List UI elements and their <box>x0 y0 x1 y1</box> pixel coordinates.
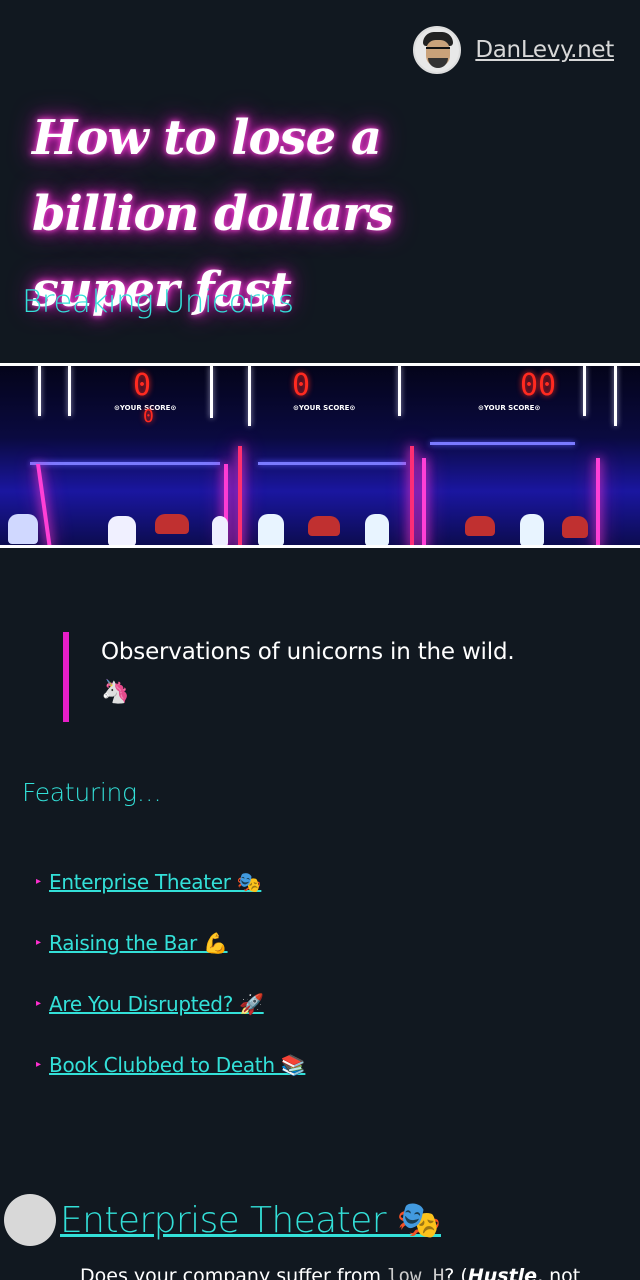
para-text: ? ( <box>444 1265 468 1280</box>
section-title-link[interactable]: Enterprise Theater 🎭 <box>60 1199 442 1241</box>
avatar[interactable] <box>413 26 462 74</box>
section-header: Enterprise Theater 🎭 <box>4 1194 442 1246</box>
site-header: DanLevy.net <box>413 26 614 74</box>
para-text: Does your company suffer from <box>80 1265 388 1280</box>
inline-code: low H <box>387 1265 445 1280</box>
featuring-heading: Featuring… <box>22 778 162 807</box>
link-book-clubbed[interactable]: Book Clubbed to Death 📚 <box>49 1053 306 1077</box>
list-item: ▸ Raising the Bar 💪 <box>36 931 305 992</box>
page-subtitle: Breaking Unicorns <box>22 284 294 320</box>
para-text: , not <box>537 1265 581 1280</box>
list-item: ▸ Book Clubbed to Death 📚 <box>36 1053 306 1114</box>
section-anchor-icon[interactable] <box>4 1194 56 1246</box>
bullet-icon: ▸ <box>36 876 42 887</box>
bullet-icon: ▸ <box>36 937 42 948</box>
score-label: ⊙YOUR SCORE⊙ <box>478 404 541 412</box>
hero-image: 0 ⊙YOUR SCORE⊙ 0 0 ⊙YOUR SCORE⊙ 00 ⊙YOUR… <box>0 363 640 548</box>
score-display: 0 <box>133 368 152 403</box>
quote-text: Observations of unicorns in the wild. <box>101 639 515 665</box>
link-raising-the-bar[interactable]: Raising the Bar 💪 <box>49 931 228 955</box>
site-home-link[interactable]: DanLevy.net <box>475 37 614 63</box>
emphasis-text: Hustle <box>467 1265 538 1280</box>
intro-quote: Observations of unicorns in the wild. 🦄 <box>63 632 553 722</box>
score-display: 0 <box>292 368 311 403</box>
score-display: 0 <box>143 406 154 427</box>
featuring-list: ▸ Enterprise Theater 🎭 ▸ Raising the Bar… <box>36 870 306 1114</box>
link-enterprise-theater[interactable]: Enterprise Theater 🎭 <box>49 870 262 894</box>
unicorn-icon: 🦄 <box>101 679 130 705</box>
section-paragraph: Does your company suffer from low H? (Hu… <box>80 1265 580 1280</box>
score-display: 00 <box>520 368 557 403</box>
link-are-you-disrupted[interactable]: Are You Disrupted? 🚀 <box>49 992 264 1016</box>
list-item: ▸ Enterprise Theater 🎭 <box>36 870 305 931</box>
bullet-icon: ▸ <box>36 998 42 1009</box>
list-item: ▸ Are You Disrupted? 🚀 <box>36 992 305 1053</box>
bullet-icon: ▸ <box>36 1059 42 1070</box>
score-label: ⊙YOUR SCORE⊙ <box>293 404 356 412</box>
